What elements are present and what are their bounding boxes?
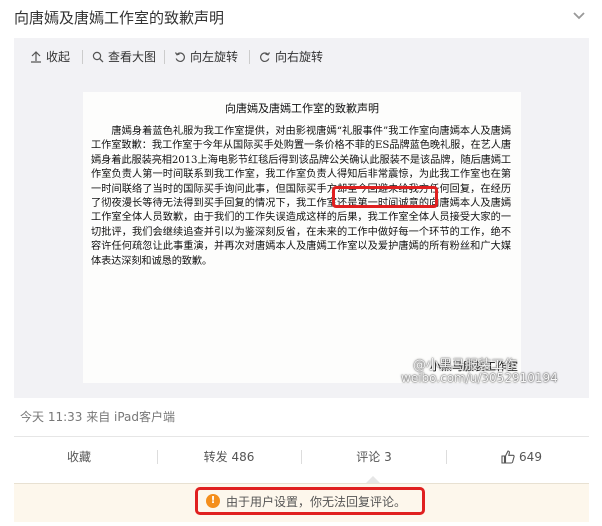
document-body: 唐嫣身着蓝色礼服为我工作室提供，对由影视唐嫣“礼服事件”我工作室向唐嫣本人及唐嫣… xyxy=(91,126,511,267)
comment-button[interactable]: 评论 3 xyxy=(309,437,439,477)
comment-arrow xyxy=(366,476,380,483)
thumbs-up-icon xyxy=(501,450,515,464)
like-button[interactable]: 649 xyxy=(459,437,584,477)
rotate-left-label: 向左旋转 xyxy=(190,50,239,64)
document-title: 向唐嫣及唐嫣工作室的致歉声明 xyxy=(225,102,379,115)
rotate-left-button[interactable]: 向左旋转 xyxy=(174,48,238,66)
image-toolbar: 收起 查看大图 向左旋转 向右旋转 xyxy=(14,38,589,76)
rotate-right-button[interactable]: 向右旋转 xyxy=(259,48,323,66)
repost-button[interactable]: 转发 486 xyxy=(164,437,294,477)
apology-document-image[interactable]: 向唐嫣及唐嫣工作室的致歉声明 唐嫣身着蓝色礼服为我工作室提供，对由影视唐嫣“礼服… xyxy=(83,92,558,385)
collapse-label: 收起 xyxy=(46,50,71,64)
notice-text: 由于用户设置，你无法回复评论。 xyxy=(226,494,407,509)
rotate-right-icon xyxy=(260,52,271,63)
like-count: 649 xyxy=(519,450,542,464)
rotate-left-icon xyxy=(174,52,185,63)
collapse-button[interactable]: 收起 xyxy=(30,48,70,66)
action-bar: 收藏 转发 486 评论 3 649 xyxy=(14,436,589,477)
favorite-button[interactable]: 收藏 xyxy=(14,437,144,477)
comment-notice: ! 由于用户设置，你无法回复评论。 xyxy=(14,483,589,522)
search-icon xyxy=(92,51,104,63)
watermark-url: weibo.com/u/3052910194 xyxy=(401,371,558,385)
arrow-up-icon xyxy=(31,51,41,63)
chevron-down-icon[interactable] xyxy=(570,6,588,24)
rotate-right-label: 向右旋转 xyxy=(275,50,324,64)
image-panel: 收起 查看大图 向左旋转 向右旋转 向唐嫣及唐嫣工作室的致歉声明 唐嫣身着蓝色礼… xyxy=(14,38,589,398)
highlight-box xyxy=(332,186,438,208)
post-title: 向唐嫣及唐嫣工作室的致歉声明 xyxy=(14,9,225,27)
post-meta: 今天 11:33 来自 iPad客户端 xyxy=(20,410,176,424)
notice-highlight: ! 由于用户设置，你无法回复评论。 xyxy=(195,487,425,515)
view-large-button[interactable]: 查看大图 xyxy=(92,48,156,66)
warning-icon: ! xyxy=(206,494,220,508)
view-large-label: 查看大图 xyxy=(108,50,157,64)
